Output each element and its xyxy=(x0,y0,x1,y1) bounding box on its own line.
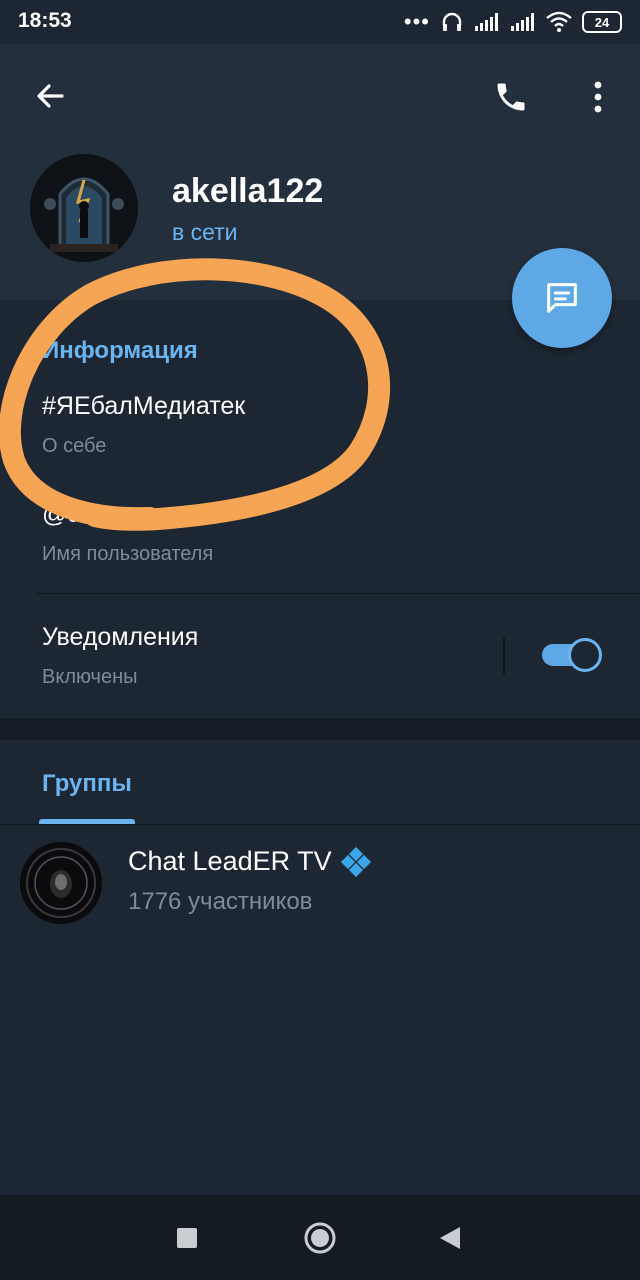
section-gap xyxy=(0,718,640,740)
username-value[interactable]: @ursna xyxy=(42,500,130,529)
bio-caption: О себе xyxy=(42,435,107,457)
group-members: 1776 участников xyxy=(128,888,313,915)
message-icon xyxy=(547,283,577,313)
recent-apps-button[interactable] xyxy=(164,1215,210,1261)
divider xyxy=(36,593,640,594)
call-button[interactable] xyxy=(488,74,534,120)
more-options-button[interactable] xyxy=(576,74,620,120)
notifications-toggle[interactable] xyxy=(540,638,602,672)
home-button[interactable] xyxy=(297,1215,343,1261)
phone-icon xyxy=(497,83,525,111)
message-button[interactable] xyxy=(512,248,612,348)
group-item[interactable]: Chat LeadER TV xyxy=(128,846,372,877)
group-avatar[interactable] xyxy=(20,842,102,924)
battery-icon: 24 xyxy=(582,11,622,33)
toggle-knob xyxy=(568,638,602,672)
group-avatar-image xyxy=(20,842,102,924)
notifications-state: Включены xyxy=(42,666,138,688)
bio-value[interactable]: #ЯЕбалМедиатек xyxy=(42,392,245,421)
headphones-icon xyxy=(442,12,462,31)
more-vertical-icon xyxy=(594,81,602,113)
diamond-icon xyxy=(340,846,371,877)
arrow-left-icon xyxy=(37,84,64,108)
square-icon xyxy=(177,1228,197,1248)
notifications-label[interactable]: Уведомления xyxy=(42,623,198,652)
profile-username: akella122 xyxy=(172,172,324,210)
circle-icon xyxy=(304,1222,336,1254)
signal-icon xyxy=(475,13,498,31)
back-nav-button[interactable] xyxy=(427,1215,473,1261)
tab-groups[interactable]: Группы xyxy=(42,770,132,798)
username-caption: Имя пользователя xyxy=(42,543,214,565)
info-section-title: Информация xyxy=(42,337,198,364)
online-status: в сети xyxy=(172,219,238,245)
avatar[interactable] xyxy=(30,154,138,262)
avatar-image xyxy=(30,154,138,262)
triangle-back-icon xyxy=(440,1227,460,1249)
status-bar: 18:53 ••• 24 xyxy=(0,0,640,44)
signal-icon xyxy=(511,13,534,31)
status-time: 18:53 xyxy=(18,9,72,32)
divider xyxy=(0,824,640,825)
status-icons: ••• 24 xyxy=(404,8,622,36)
wifi-icon xyxy=(546,11,572,32)
back-button[interactable] xyxy=(28,74,72,118)
group-name: Chat LeadER TV xyxy=(128,846,332,876)
divider xyxy=(503,636,505,676)
notification-dots: ••• xyxy=(403,9,430,34)
